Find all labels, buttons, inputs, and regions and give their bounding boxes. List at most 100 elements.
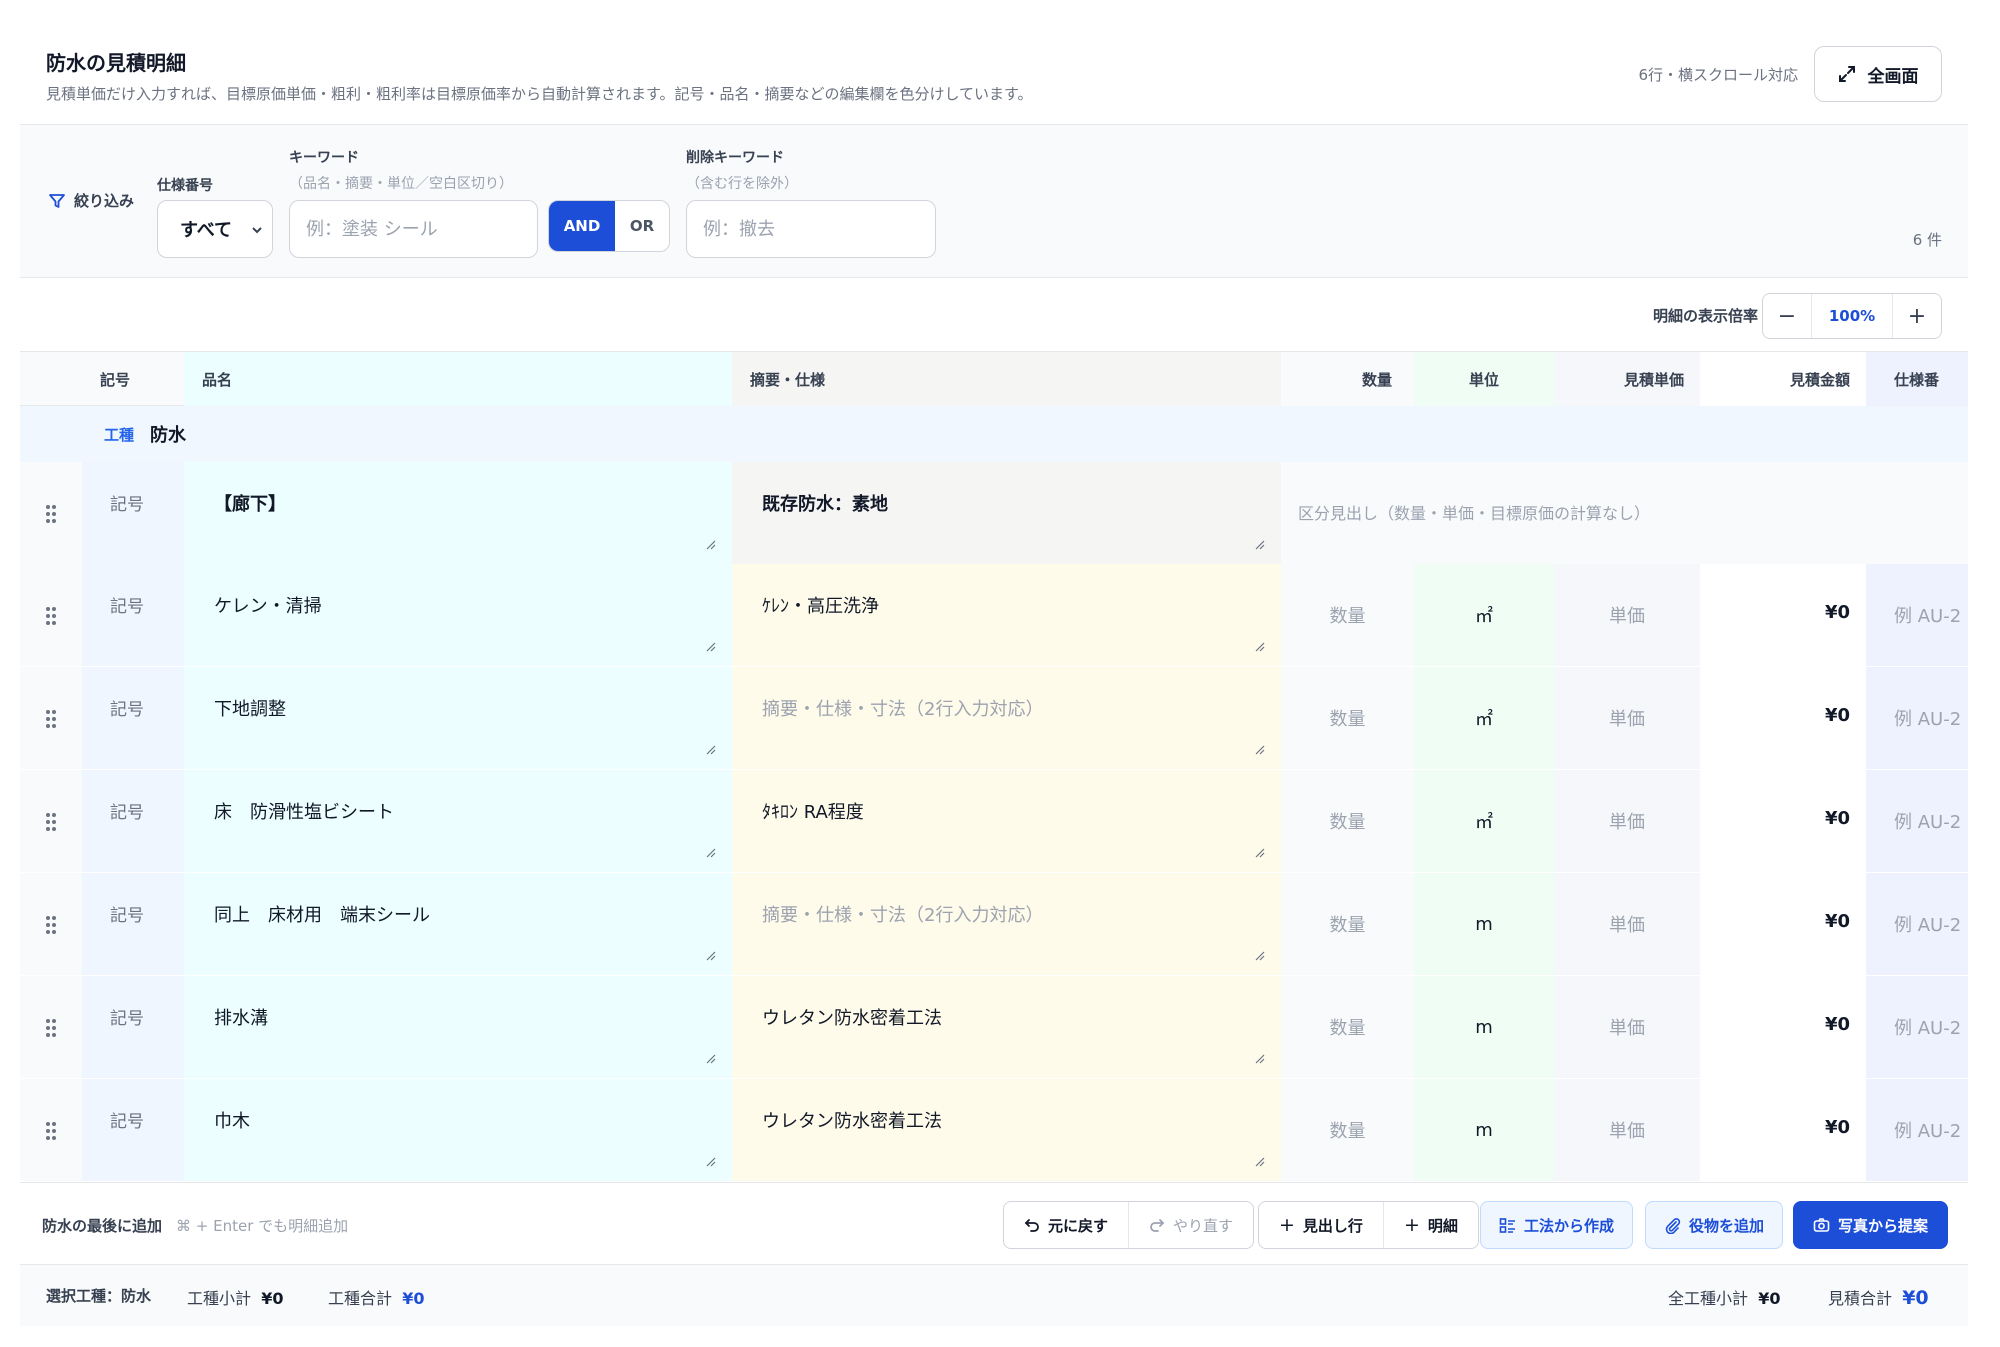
drag-handle-icon[interactable] — [45, 812, 57, 832]
code-input[interactable]: 記号 — [110, 901, 144, 926]
resize-handle-icon[interactable] — [706, 745, 716, 755]
drag-handle-icon[interactable] — [45, 504, 57, 524]
resize-handle-icon[interactable] — [706, 848, 716, 858]
memo-input[interactable]: ウレタン防水密着工法 — [762, 1107, 942, 1133]
name-input[interactable]: 排水溝 — [214, 1004, 268, 1030]
qty-input[interactable]: 数量 — [1281, 667, 1414, 769]
resize-handle-icon[interactable] — [1255, 642, 1265, 652]
zoom-in-button[interactable]: + — [1893, 294, 1941, 338]
memo-input[interactable]: 摘要・仕様・寸法（2行入力対応） — [762, 901, 1043, 927]
zoom-out-button[interactable]: − — [1763, 294, 1811, 338]
resize-handle-icon[interactable] — [706, 1157, 716, 1167]
table-row[interactable]: 記号 床 防滑性塩ビシート ﾀｷﾛﾝ RA程度 数量㎡単価 ¥0 例 AU-2 — [20, 770, 1968, 872]
qty-input[interactable]: 数量 — [1281, 770, 1414, 872]
resize-handle-icon[interactable] — [1255, 1054, 1265, 1064]
from-photo-button[interactable]: 写真から提案 — [1793, 1201, 1949, 1249]
unit-price-input[interactable]: 単価 — [1554, 667, 1700, 769]
resize-handle-icon[interactable] — [1255, 1157, 1265, 1167]
unit-input[interactable]: m — [1414, 1079, 1554, 1181]
keyword-hint: （品名・摘要・単位／空白区切り） — [289, 176, 513, 192]
memo-input[interactable]: ウレタン防水密着工法 — [762, 1004, 942, 1030]
name-input[interactable]: 下地調整 — [214, 695, 286, 721]
table-row[interactable]: 記号 排水溝 ウレタン防水密着工法 数量 m 単価 ¥0 例 AU-2 — [20, 976, 1968, 1078]
drag-handle-icon[interactable] — [45, 709, 57, 729]
memo-input[interactable]: ﾀｷﾛﾝ RA程度 — [762, 798, 864, 824]
table-row[interactable]: 記号 下地調整 摘要・仕様・寸法（2行入力対応） 数量㎡単価 ¥0 例 AU-2 — [20, 667, 1968, 769]
trade-total: 工種合計 ¥0 — [328, 1289, 425, 1308]
heading-row[interactable]: 記号 【廊下】 既存防水：素地 区分見出し（数量・単価・目標原価の計算なし） — [20, 462, 1968, 564]
name-input[interactable]: 床 防滑性塩ビシート — [214, 798, 394, 824]
code-input[interactable]: 記号 — [110, 1004, 144, 1029]
memo-input[interactable]: ｹﾚﾝ・高圧洗浄 — [762, 592, 879, 618]
unit-input[interactable]: ㎡ — [1414, 770, 1554, 872]
and-or-toggle[interactable]: AND OR — [548, 200, 670, 252]
estimate-table: 記号 品名 摘要・仕様 数量 単位 見積単価 見積金額 仕様番 工種 防水 記号… — [20, 352, 1968, 1182]
spec-input[interactable]: 例 AU-2 — [1894, 911, 1961, 937]
resize-handle-icon[interactable] — [1255, 951, 1265, 961]
name-input[interactable]: ケレン・清掃 — [214, 592, 322, 618]
qty-input[interactable]: 数量 — [1281, 976, 1414, 1078]
qty-input[interactable]: 数量 — [1281, 873, 1414, 975]
or-button[interactable]: OR — [615, 201, 669, 251]
memo-input[interactable]: 摘要・仕様・寸法（2行入力対応） — [762, 695, 1043, 721]
code-input[interactable]: 記号 — [110, 1107, 144, 1132]
amount-value: ¥0 — [1824, 808, 1850, 829]
page-title: 防水の見積明細 — [46, 51, 186, 75]
spec-input[interactable]: 例 AU-2 — [1894, 705, 1961, 731]
fullscreen-button[interactable]: 全画面 — [1814, 46, 1942, 102]
unit-price-input[interactable]: 単価 — [1554, 1079, 1700, 1181]
resize-handle-icon[interactable] — [706, 951, 716, 961]
resize-handle-icon[interactable] — [1255, 848, 1265, 858]
drag-handle-icon[interactable] — [45, 1121, 57, 1141]
table-row[interactable]: 記号 ケレン・清掃 ｹﾚﾝ・高圧洗浄 数量㎡単価 ¥0 例 AU-2 — [20, 564, 1968, 666]
add-detail-button[interactable]: + 明細 — [1382, 1202, 1478, 1248]
page-subtitle: 見積単価だけ入力すれば、目標原価単価・粗利・粗利率は目標原価率から自動計算されま… — [46, 85, 1033, 103]
spec-input[interactable]: 例 AU-2 — [1894, 808, 1961, 834]
drag-handle-icon[interactable] — [45, 606, 57, 626]
unit-price-input[interactable]: 単価 — [1554, 873, 1700, 975]
code-input[interactable]: 記号 — [110, 695, 144, 720]
spec-input[interactable]: 例 AU-2 — [1894, 1117, 1961, 1143]
unit-price-input[interactable]: 単価 — [1554, 976, 1700, 1078]
add-heading-button[interactable]: + 見出し行 — [1259, 1202, 1383, 1248]
spec-caption: 仕様番号 — [157, 178, 213, 194]
table-row[interactable]: 記号 同上 床材用 端末シール 摘要・仕様・寸法（2行入力対応） 数量 m 単価 ¥0 例 A… — [20, 873, 1968, 975]
table-row[interactable]: 記号 巾木 ウレタン防水密着工法 数量 m 単価 ¥0 例 AU-2 — [20, 1079, 1968, 1181]
resize-handle-icon[interactable] — [1255, 745, 1265, 755]
unit-price-input[interactable]: 単価 — [1554, 564, 1700, 666]
name-input[interactable]: 巾木 — [214, 1107, 250, 1133]
drag-handle-icon[interactable] — [45, 1018, 57, 1038]
keyword-input[interactable] — [289, 200, 538, 258]
undo-button[interactable]: 元に戻す — [1004, 1202, 1128, 1248]
code-input[interactable]: 記号 — [110, 798, 144, 823]
unit-input[interactable]: ㎡ — [1414, 667, 1554, 769]
spec-select[interactable]: すべて — [157, 200, 273, 258]
add-labor-button[interactable]: 役物を追加 — [1645, 1201, 1784, 1249]
code-input[interactable]: 記号 — [110, 592, 144, 617]
code-input[interactable]: 記号 — [110, 490, 144, 515]
card-header: 防水の見積明細 見積単価だけ入力すれば、目標原価単価・粗利・粗利率は目標原価率か… — [20, 0, 1968, 125]
estimate-total: 見積合計 ¥0 — [1828, 1287, 1929, 1309]
unit-price-input[interactable]: 単価 — [1554, 770, 1700, 872]
exclude-input[interactable] — [686, 200, 936, 258]
unit-input[interactable]: m — [1414, 976, 1554, 1078]
unit-input[interactable]: m — [1414, 873, 1554, 975]
resize-handle-icon[interactable] — [706, 642, 716, 652]
name-input[interactable]: 同上 床材用 端末シール — [214, 901, 430, 927]
memo-input[interactable]: 既存防水：素地 — [762, 490, 888, 516]
group-row[interactable]: 工種 防水 — [20, 406, 1968, 462]
resize-handle-icon[interactable] — [706, 1054, 716, 1064]
plus-icon: + — [1403, 1214, 1420, 1236]
drag-handle-icon[interactable] — [45, 915, 57, 935]
spec-input[interactable]: 例 AU-2 — [1894, 602, 1961, 628]
and-button[interactable]: AND — [549, 201, 615, 251]
qty-input[interactable]: 数量 — [1281, 564, 1414, 666]
from-method-button[interactable]: 工法から作成 — [1480, 1201, 1634, 1249]
resize-handle-icon[interactable] — [706, 540, 716, 550]
spec-input[interactable]: 例 AU-2 — [1894, 1014, 1961, 1040]
qty-input[interactable]: 数量 — [1281, 1079, 1414, 1181]
name-input[interactable]: 【廊下】 — [214, 490, 286, 516]
unit-input[interactable]: ㎡ — [1414, 564, 1554, 666]
redo-button[interactable]: やり直す — [1128, 1202, 1253, 1248]
resize-handle-icon[interactable] — [1255, 540, 1265, 550]
